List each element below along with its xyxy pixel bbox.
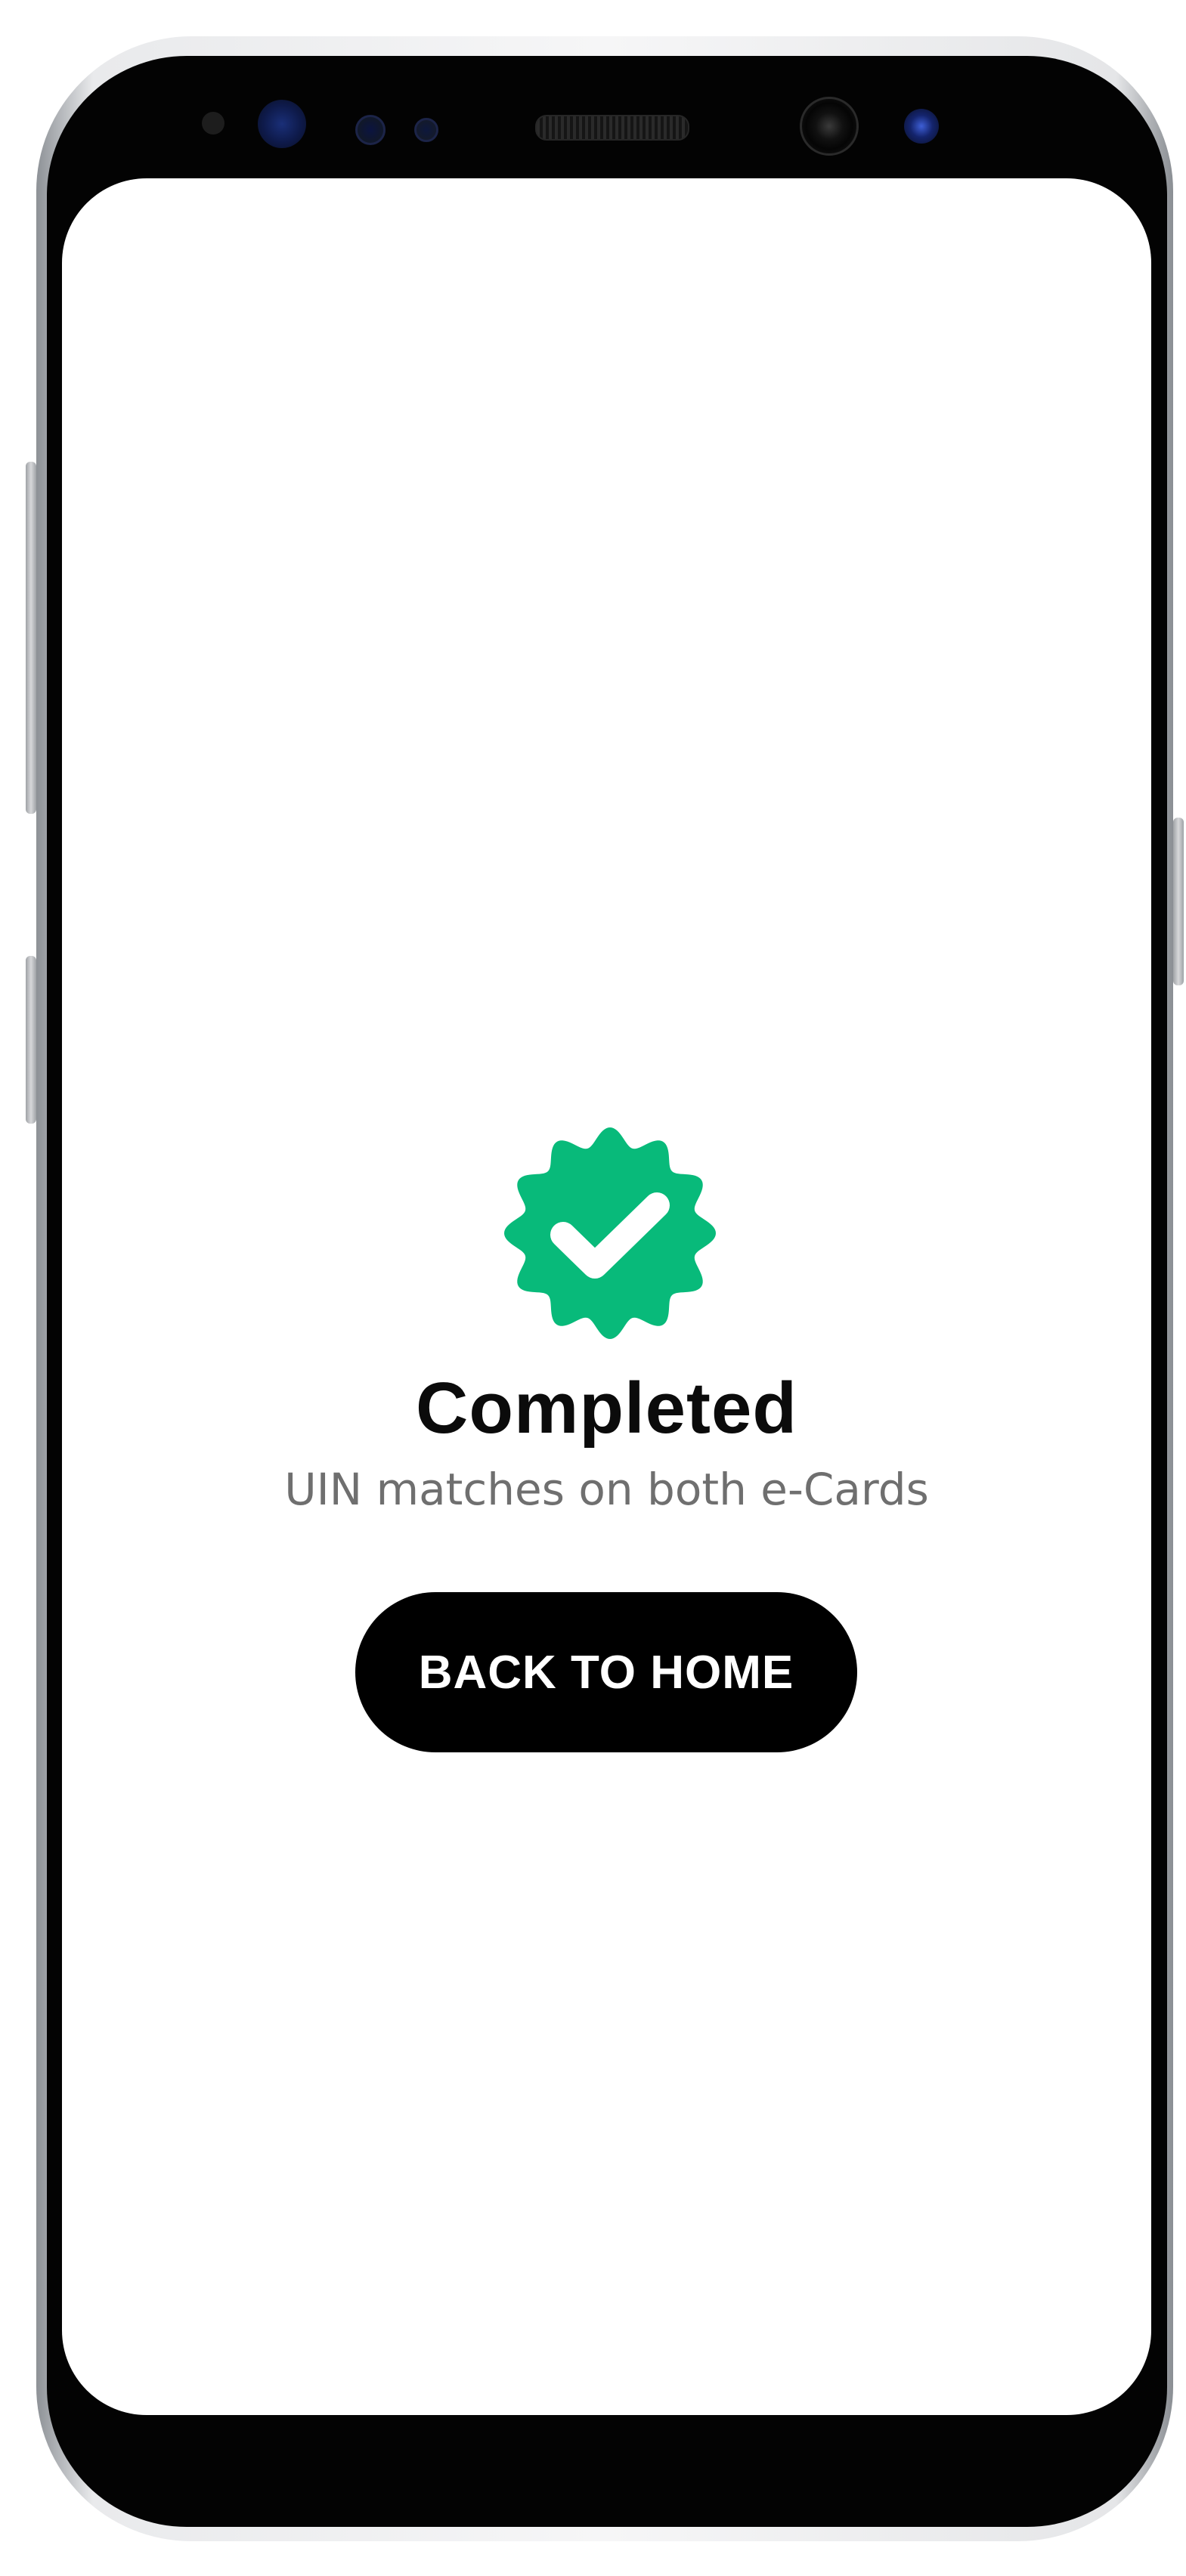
status-message: UIN matches on both e-Cards xyxy=(284,1464,929,1515)
verified-check-icon xyxy=(504,1127,716,1339)
page: Completed UIN matches on both e-Cards BA… xyxy=(0,0,1186,2576)
power-button xyxy=(1173,818,1184,985)
bixby-button xyxy=(26,956,36,1124)
front-camera xyxy=(800,97,859,156)
back-to-home-button[interactable]: BACK TO HOME xyxy=(355,1592,857,1752)
proximity-sensor xyxy=(202,112,225,135)
screen: Completed UIN matches on both e-Cards BA… xyxy=(62,178,1151,2415)
earpiece-speaker xyxy=(535,115,689,141)
page-title: Completed xyxy=(415,1368,798,1449)
completion-screen: Completed UIN matches on both e-Cards BA… xyxy=(62,178,1151,2415)
iris-camera xyxy=(904,109,939,144)
iris-sensor xyxy=(258,100,306,148)
led-indicator xyxy=(414,118,438,142)
volume-up-button xyxy=(26,462,36,814)
light-sensor xyxy=(355,115,386,145)
